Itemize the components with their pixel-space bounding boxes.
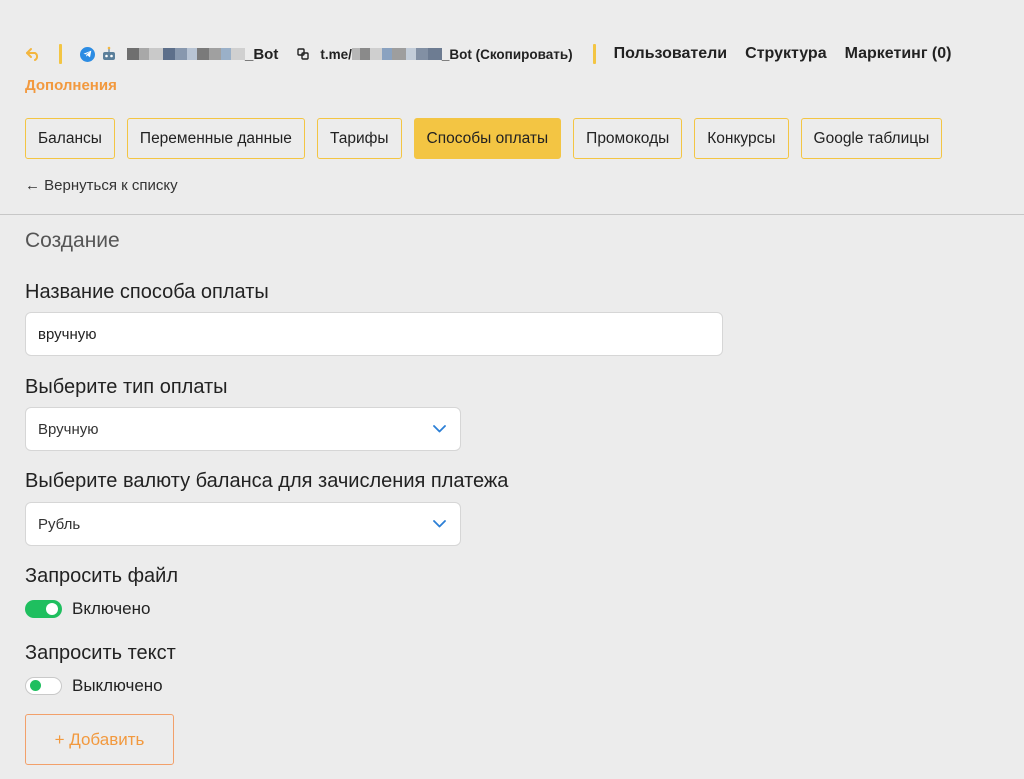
header-separator-2	[592, 44, 596, 64]
tab-payment-methods[interactable]: Способы оплаты	[413, 118, 562, 159]
request-file-toggle-row: Включено	[25, 599, 150, 619]
tab-variables[interactable]: Переменные данные	[126, 118, 305, 159]
bot-avatar-icon	[101, 46, 117, 62]
toggle-knob	[46, 603, 58, 615]
currency-label: Выберите валюту баланса для зачисления п…	[25, 470, 509, 492]
form-title: Создание	[25, 229, 120, 252]
nav-marketing[interactable]: Маркетинг (0)	[845, 45, 952, 63]
header-separator	[59, 44, 62, 64]
tab-promocodes[interactable]: Промокоды	[573, 118, 683, 159]
payment-type-select[interactable]: Вручную	[25, 407, 461, 451]
tab-balances[interactable]: Балансы	[25, 118, 115, 159]
request-text-label: Запросить текст	[25, 642, 176, 664]
copy-link-button[interactable]: _Bot (Скопировать)	[442, 47, 573, 62]
payment-name-input[interactable]	[25, 312, 723, 356]
addons-tabs: Балансы Переменные данные Тарифы Способы…	[25, 118, 943, 159]
request-file-state: Включено	[72, 599, 151, 618]
nav-structure[interactable]: Структура	[745, 45, 826, 63]
back-arrow-icon[interactable]	[25, 46, 41, 62]
currency-select[interactable]: Рубль	[25, 502, 461, 546]
request-file-label: Запросить файл	[25, 565, 179, 587]
divider	[0, 214, 1024, 215]
chevron-down-icon	[432, 517, 446, 531]
add-button[interactable]: + Добавить	[25, 714, 174, 765]
tab-google-sheets[interactable]: Google таблицы	[800, 118, 943, 159]
request-file-toggle[interactable]	[25, 600, 62, 618]
currency-value: Рубль	[38, 515, 81, 533]
payment-name-label: Название способа оплаты	[25, 281, 269, 303]
redacted-bot-name	[127, 48, 245, 60]
request-text-toggle[interactable]	[25, 677, 62, 695]
telegram-icon	[80, 46, 95, 62]
request-text-state: Выключено	[72, 676, 163, 695]
back-to-list-link[interactable]: ← Вернуться к списку	[25, 177, 178, 194]
nav-users[interactable]: Пользователи	[614, 45, 727, 63]
bot-link-prefix[interactable]: t.me/	[320, 47, 352, 62]
toggle-knob	[30, 680, 41, 691]
top-bar: _Bot t.me/ _Bot (Скопировать) Пользовате…	[25, 43, 1024, 65]
request-text-toggle-row: Выключено	[25, 676, 163, 696]
nav-addons[interactable]: Дополнения	[25, 77, 117, 94]
tab-tariffs[interactable]: Тарифы	[316, 118, 402, 159]
payment-type-label: Выберите тип оплаты	[25, 376, 228, 398]
payment-type-value: Вручную	[38, 420, 99, 438]
redacted-bot-link	[351, 48, 442, 60]
bot-name: _Bot	[245, 45, 279, 63]
link-icon	[296, 47, 310, 61]
chevron-down-icon	[432, 422, 446, 436]
tab-contests[interactable]: Конкурсы	[694, 118, 789, 159]
